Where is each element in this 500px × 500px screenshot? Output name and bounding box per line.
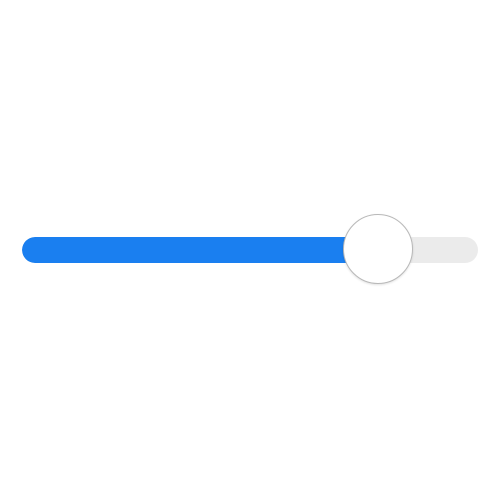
range-slider[interactable] xyxy=(22,214,478,284)
slider-fill xyxy=(22,237,378,263)
page xyxy=(0,0,500,500)
slider-thumb[interactable] xyxy=(342,214,413,284)
